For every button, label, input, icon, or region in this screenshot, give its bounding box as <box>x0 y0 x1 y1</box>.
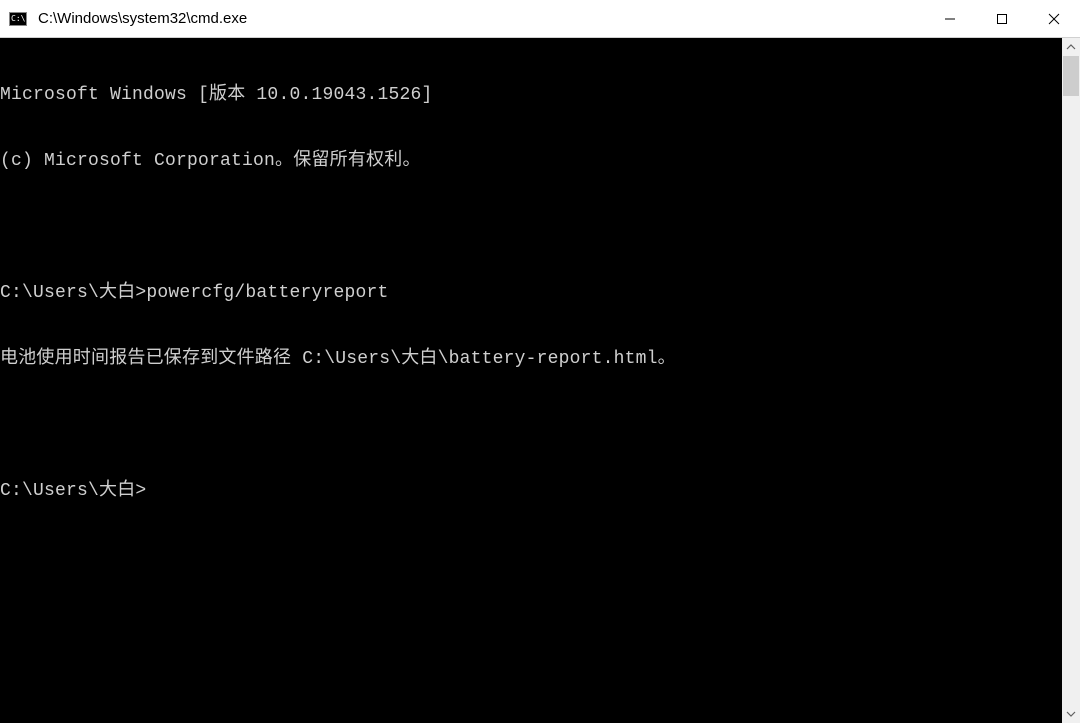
terminal-line: Microsoft Windows [版本 10.0.19043.1526] <box>0 84 1062 106</box>
scroll-down-button[interactable] <box>1062 705 1080 723</box>
client-area: Microsoft Windows [版本 10.0.19043.1526] (… <box>0 38 1080 723</box>
terminal-line: (c) Microsoft Corporation。保留所有权利。 <box>0 150 1062 172</box>
close-button[interactable] <box>1028 0 1080 37</box>
chevron-down-icon <box>1066 709 1076 719</box>
terminal-prompt: C:\Users\大白> <box>0 480 1062 502</box>
cmd-app-icon: C:\ <box>0 12 36 26</box>
scrollbar-thumb[interactable] <box>1063 56 1079 96</box>
maximize-button[interactable] <box>976 0 1028 37</box>
cmd-window: C:\ C:\Windows\system32\cmd.exe Microsof… <box>0 0 1080 723</box>
terminal-line: 电池使用时间报告已保存到文件路径 C:\Users\大白\battery-rep… <box>0 348 1062 370</box>
chevron-up-icon <box>1066 42 1076 52</box>
close-icon <box>1048 13 1060 25</box>
titlebar[interactable]: C:\ C:\Windows\system32\cmd.exe <box>0 0 1080 38</box>
window-title: C:\Windows\system32\cmd.exe <box>36 0 924 38</box>
vertical-scrollbar[interactable] <box>1062 38 1080 723</box>
terminal-line: C:\Users\大白>powercfg/batteryreport <box>0 282 1062 304</box>
terminal-icon: C:\ <box>9 12 27 26</box>
minimize-button[interactable] <box>924 0 976 37</box>
terminal-line <box>0 216 1062 238</box>
maximize-icon <box>996 13 1008 25</box>
minimize-icon <box>944 13 956 25</box>
terminal-line <box>0 414 1062 436</box>
window-controls <box>924 0 1080 37</box>
scroll-up-button[interactable] <box>1062 38 1080 56</box>
scrollbar-track[interactable] <box>1062 56 1080 705</box>
terminal-output[interactable]: Microsoft Windows [版本 10.0.19043.1526] (… <box>0 38 1062 723</box>
